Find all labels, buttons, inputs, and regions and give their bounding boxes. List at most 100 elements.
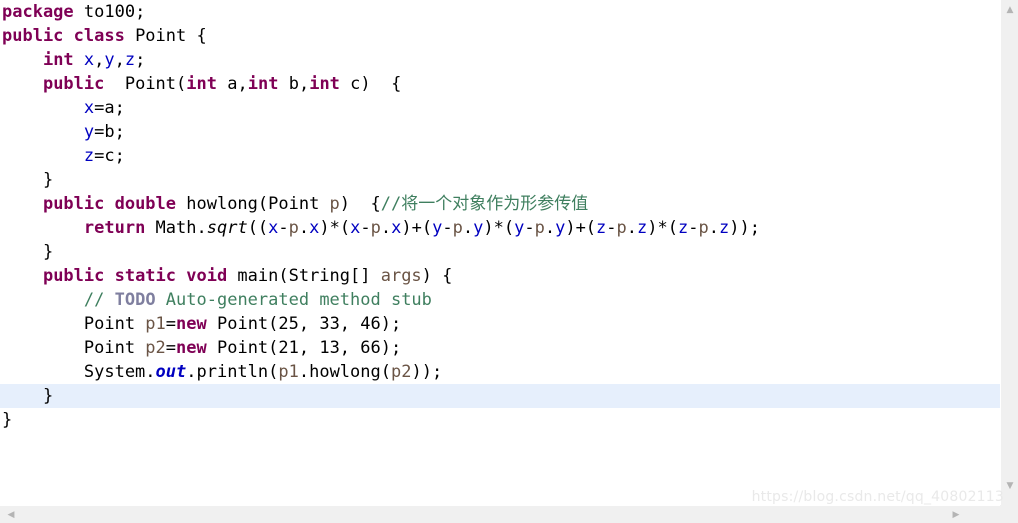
code-token: Point {: [124, 26, 207, 46]
code-token: -: [606, 218, 617, 238]
code-token: y: [514, 218, 525, 238]
scroll-down-arrow-icon[interactable]: ▼: [1001, 478, 1018, 494]
code-token: int: [42, 50, 74, 70]
vertical-scrollbar[interactable]: ▲ ▼: [1000, 0, 1018, 505]
code-token: .println(: [186, 362, 279, 382]
code-token: Point(21, 13, 66);: [206, 338, 402, 358]
code-token: z: [637, 218, 648, 238]
code-token: return: [83, 218, 146, 238]
code-token: //: [83, 290, 115, 310]
code-token: y: [473, 218, 484, 238]
code-token: .: [462, 218, 474, 238]
code-token: -: [524, 218, 535, 238]
code-token: p2: [145, 338, 166, 358]
code-editor-text-area[interactable]: package to100; public class Point { int x…: [0, 0, 1000, 500]
code-token: .: [298, 218, 310, 238]
code-line[interactable]: public Point(int a,int b,int c) {: [0, 72, 1000, 96]
code-token: //将一个对象作为形参传值: [380, 194, 589, 214]
code-token: y: [432, 218, 443, 238]
scrollbar-corner: [1000, 505, 1018, 523]
code-token: =a;: [94, 98, 125, 118]
code-token: =: [165, 338, 177, 358]
code-line-current[interactable]: }: [0, 384, 1000, 408]
code-token: x: [83, 98, 95, 118]
code-editor-window: package to100; public class Point { int x…: [0, 0, 1018, 523]
code-token: }: [2, 170, 54, 190]
code-token: .: [708, 218, 720, 238]
code-token: -: [360, 218, 371, 238]
code-token: TODO: [114, 290, 156, 310]
code-token: p: [452, 218, 463, 238]
code-token: Point(: [104, 74, 187, 94]
code-token: public: [42, 74, 105, 94]
code-token: ) {: [339, 194, 381, 214]
code-token: y: [555, 218, 566, 238]
code-token: ) {: [360, 74, 402, 94]
code-token: Auto-generated method stub: [155, 290, 432, 310]
code-token: x: [391, 218, 402, 238]
code-token: ));: [411, 362, 443, 382]
code-line[interactable]: }: [0, 168, 1000, 192]
code-token: z: [678, 218, 689, 238]
code-line[interactable]: System.out.println(p1.howlong(p2));: [0, 360, 1000, 384]
code-token: -: [688, 218, 699, 238]
code-token: x: [350, 218, 361, 238]
scroll-left-arrow-icon[interactable]: ◀: [3, 506, 19, 523]
code-token: .: [626, 218, 638, 238]
code-token: -: [278, 218, 289, 238]
code-token: =c;: [94, 146, 125, 166]
code-token: new: [176, 314, 207, 334]
code-token: p: [616, 218, 627, 238]
code-line[interactable]: }: [0, 408, 1000, 432]
code-token: public class: [2, 26, 125, 46]
scroll-right-arrow-icon[interactable]: ▶: [948, 506, 964, 523]
code-line[interactable]: public double howlong(Point p) {//将一个对象作…: [0, 192, 1000, 216]
code-line[interactable]: x=a;: [0, 96, 1000, 120]
code-token: Point(25, 33, 46);: [206, 314, 402, 334]
code-line[interactable]: public class Point {: [0, 24, 1000, 48]
code-token: x: [309, 218, 320, 238]
code-line[interactable]: Point p1=new Point(25, 33, 46);: [0, 312, 1000, 336]
code-token: ,: [94, 50, 105, 70]
code-token: main(String[]: [227, 266, 381, 286]
code-token: }: [2, 386, 54, 406]
code-line[interactable]: return Math.sqrt((x-p.x)*(x-p.x)+(y-p.y)…: [0, 216, 1000, 240]
code-line[interactable]: y=b;: [0, 120, 1000, 144]
code-token: z: [83, 146, 95, 166]
code-token: Point: [2, 338, 146, 358]
code-token: .: [544, 218, 556, 238]
code-line[interactable]: Point p2=new Point(21, 13, 66);: [0, 336, 1000, 360]
code-token: ,: [298, 74, 310, 94]
code-token: ) {: [421, 266, 453, 286]
code-token: }: [2, 410, 13, 430]
code-token: int: [247, 74, 279, 94]
code-token: a: [227, 74, 238, 94]
code-line[interactable]: z=c;: [0, 144, 1000, 168]
code-token: =: [165, 314, 177, 334]
code-token: to100;: [73, 2, 146, 22]
code-line[interactable]: }: [0, 240, 1000, 264]
code-token: )+(: [565, 218, 597, 238]
code-line[interactable]: int x,y,z;: [0, 48, 1000, 72]
horizontal-scrollbar[interactable]: ◀ ▶: [0, 505, 1000, 523]
code-token: ,: [114, 50, 125, 70]
code-token: y: [83, 122, 95, 142]
code-line[interactable]: package to100;: [0, 0, 1000, 24]
code-token: System.: [2, 362, 156, 382]
code-token: ((: [247, 218, 269, 238]
code-line[interactable]: // TODO Auto-generated method stub: [0, 288, 1000, 312]
code-token: z: [124, 50, 136, 70]
code-token: new: [176, 338, 207, 358]
code-token: =b;: [94, 122, 125, 142]
scroll-up-arrow-icon[interactable]: ▲: [1001, 2, 1018, 18]
code-line[interactable]: public static void main(String[] args) {: [0, 264, 1000, 288]
